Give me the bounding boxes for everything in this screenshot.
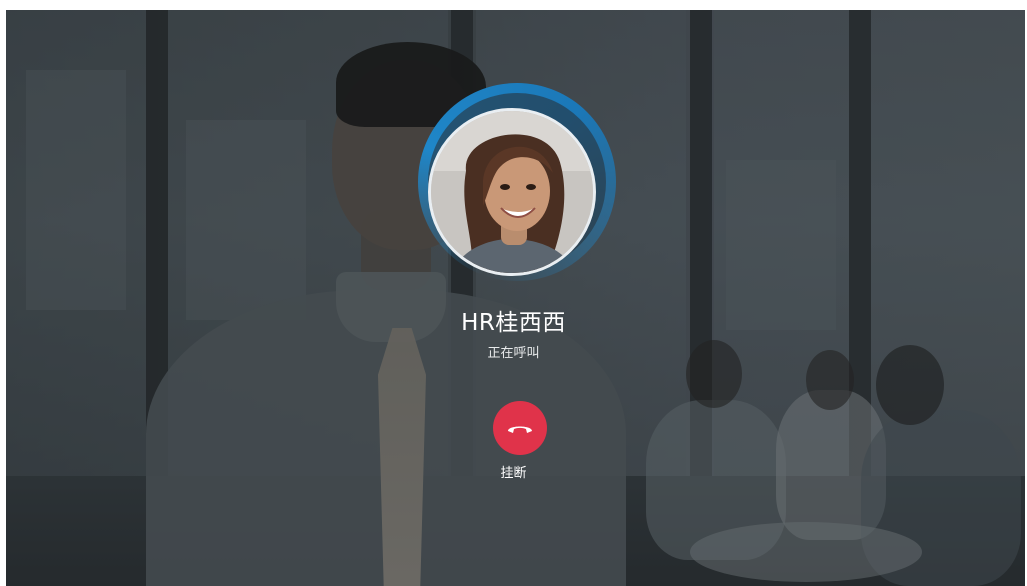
hangup-label: 挂断	[500, 466, 527, 481]
hangup-button[interactable]	[493, 401, 547, 455]
call-status: 正在呼叫	[487, 346, 540, 361]
phone-hangup-icon	[508, 426, 532, 433]
caller-name: HR桂西西	[461, 310, 566, 336]
caller-avatar	[428, 108, 596, 276]
caller-photo-icon	[431, 111, 593, 273]
